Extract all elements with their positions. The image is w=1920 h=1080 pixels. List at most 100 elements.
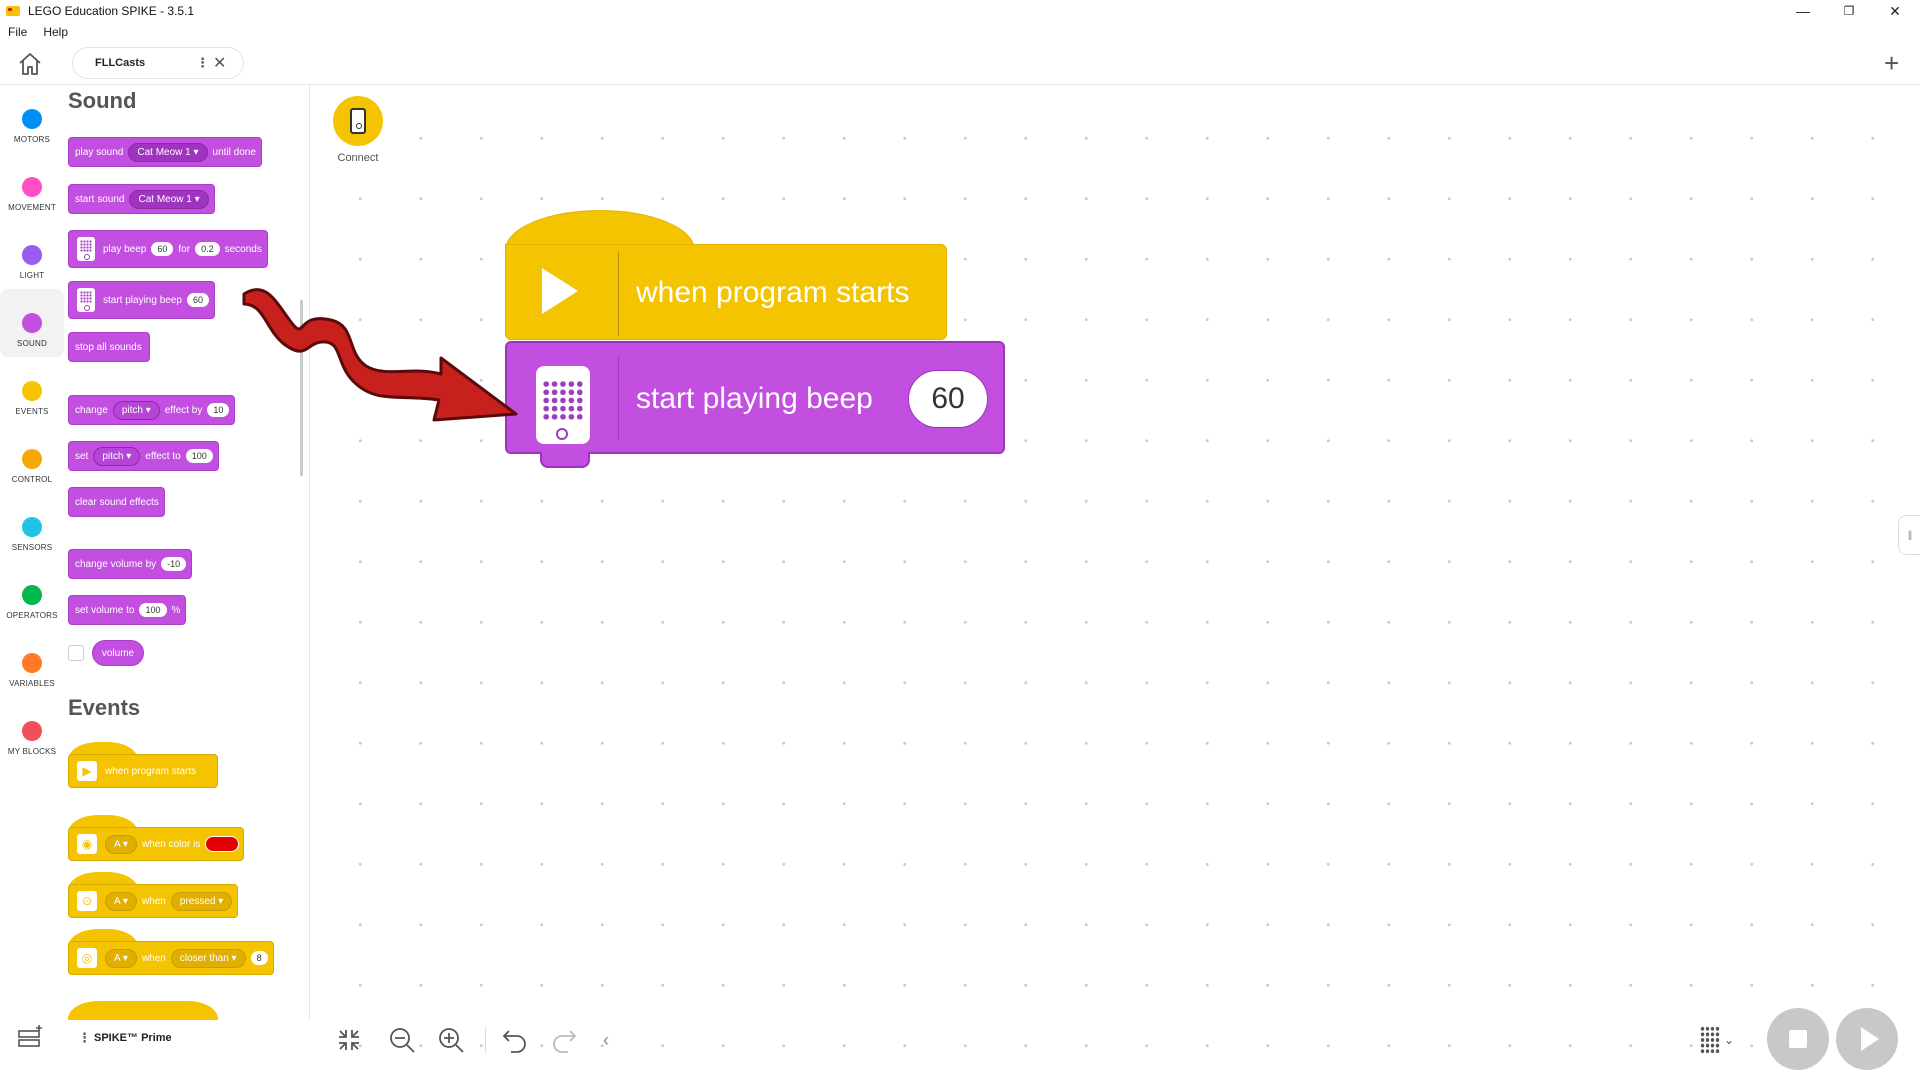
extensions-icon[interactable]: [16, 1022, 46, 1052]
maximize-button[interactable]: ❐: [1826, 0, 1872, 22]
project-tab[interactable]: FLLCasts ⋮ ✕: [72, 47, 244, 79]
run-button[interactable]: [1836, 1008, 1898, 1070]
volume-input[interactable]: 100: [139, 603, 167, 617]
stop-all-sounds-block[interactable]: stop all sounds: [68, 332, 150, 362]
category-variables[interactable]: VARIABLES: [0, 629, 64, 697]
block-text: when: [141, 895, 166, 907]
block-text: until done: [212, 146, 256, 158]
comparison-dropdown[interactable]: closer than ▾: [170, 948, 246, 968]
zoom-out-icon[interactable]: [387, 1025, 417, 1055]
port-dropdown[interactable]: A ▾: [105, 948, 137, 968]
category-motors[interactable]: MOTORS: [0, 85, 64, 153]
effect-value-input[interactable]: 10: [207, 403, 230, 417]
operators-dot-icon: [22, 585, 42, 605]
sound-dropdown[interactable]: Cat Meow 1 ▾: [129, 189, 209, 209]
category-label: SOUND: [17, 339, 47, 348]
state-dropdown[interactable]: pressed ▾: [170, 891, 233, 911]
block-text: play sound: [75, 146, 124, 158]
when-distance-block[interactable]: ◎ A ▾ when closer than ▾ 8: [68, 941, 274, 975]
volume-reporter-block[interactable]: volume: [92, 640, 144, 666]
clear-sound-effects-block[interactable]: clear sound effects: [68, 487, 165, 517]
category-sound[interactable]: SOUND: [0, 289, 64, 357]
connect-button[interactable]: [333, 96, 383, 146]
device-menu-icon[interactable]: ⋮: [78, 1030, 91, 1046]
change-effect-block[interactable]: change pitch ▾ effect by 10: [68, 395, 236, 425]
set-effect-block[interactable]: set pitch ▾ effect to 100: [68, 441, 219, 471]
note-input[interactable]: 60: [186, 293, 209, 307]
category-sensors[interactable]: SENSORS: [0, 493, 64, 561]
distance-sensor-icon: ◎: [77, 948, 97, 968]
play-beep-block[interactable]: play beep 60 for 0.2 seconds: [68, 230, 268, 268]
port-dropdown[interactable]: A ▾: [105, 834, 137, 854]
device-label[interactable]: SPIKE™ Prime: [94, 1032, 172, 1044]
add-tab-button[interactable]: +: [1884, 48, 1899, 79]
tabs-bar: FLLCasts ⋮ ✕ +: [0, 42, 1920, 85]
play-sound-block[interactable]: play sound Cat Meow 1 ▾ until done: [68, 137, 262, 167]
close-button[interactable]: ✕: [1872, 0, 1918, 22]
volume-monitor-checkbox[interactable]: [68, 645, 84, 661]
effect-dropdown[interactable]: pitch ▾: [112, 400, 160, 420]
block-text: when program starts: [105, 765, 197, 777]
when-color-block[interactable]: ◉ A ▾ when color is: [68, 827, 245, 861]
change-volume-block[interactable]: change volume by -10: [68, 549, 193, 579]
toolbar-divider: [485, 1027, 486, 1053]
duration-input[interactable]: 0.2: [195, 242, 220, 256]
dropdown-value: A: [114, 838, 121, 850]
block-text: change volume by: [75, 558, 157, 570]
redo-icon[interactable]: [549, 1025, 579, 1055]
note-input[interactable]: 60: [151, 242, 174, 256]
effect-dropdown[interactable]: pitch ▾: [93, 446, 141, 466]
tab-menu-icon[interactable]: ⋮: [196, 55, 209, 71]
distance-input[interactable]: 8: [250, 951, 268, 965]
effect-value-input[interactable]: 100: [185, 449, 213, 463]
block-text: start playing beep: [103, 294, 182, 306]
volume-input[interactable]: -10: [161, 557, 187, 571]
menu-help[interactable]: Help: [35, 25, 76, 39]
category-my-blocks[interactable]: MY BLOCKS: [0, 697, 64, 765]
category-label: MOTORS: [13, 135, 51, 144]
start-playing-beep-block[interactable]: start playing beep 60: [68, 281, 215, 319]
side-panel-handle[interactable]: ||: [1898, 515, 1920, 555]
my-blocks-dot-icon: [22, 721, 42, 741]
category-movement[interactable]: MOVEMENT: [0, 153, 64, 221]
hub-grid-icon: [1700, 1026, 1720, 1054]
dropdown-value: pitch: [102, 450, 124, 462]
block-palette: Sound play sound Cat Meow 1 ▾ until done…: [64, 85, 310, 1020]
when-program-starts-block[interactable]: ▶ when program starts: [68, 754, 218, 788]
minimize-button[interactable]: —: [1780, 0, 1826, 22]
block-separator: [618, 252, 619, 336]
hub-status-button[interactable]: ⌄: [1700, 1025, 1746, 1055]
category-label: OPERATORS: [6, 611, 58, 620]
category-events[interactable]: EVENTS: [0, 357, 64, 425]
when-pressed-block[interactable]: ⊙ A ▾ when pressed ▾: [68, 884, 239, 918]
category-list: MOTORS MOVEMENT LIGHT SOUND EVENTS CONTR…: [0, 85, 64, 1080]
light-dot-icon: [22, 245, 42, 265]
sound-dot-icon: [22, 313, 42, 333]
menu-file[interactable]: File: [0, 25, 35, 39]
hub-speaker-icon: [77, 288, 95, 312]
category-operators[interactable]: OPERATORS: [0, 561, 64, 629]
zoom-in-icon[interactable]: [436, 1025, 466, 1055]
hub-icon: [350, 108, 366, 134]
category-control[interactable]: CONTROL: [0, 425, 64, 493]
start-sound-block[interactable]: start sound Cat Meow 1 ▾: [68, 184, 215, 214]
set-volume-block[interactable]: set volume to 100 %: [68, 595, 187, 625]
block-text: for: [178, 243, 191, 255]
beep-note-input[interactable]: 60: [908, 370, 988, 428]
undo-icon[interactable]: [500, 1025, 530, 1055]
dropdown-value: Cat Meow 1: [138, 193, 192, 205]
chevron-down-icon: ⌄: [1724, 1033, 1735, 1047]
chevron-left-icon[interactable]: ‹: [591, 1025, 621, 1055]
block-text: effect to: [145, 450, 181, 462]
stop-icon: [1789, 1030, 1807, 1048]
window-title: LEGO Education SPIKE - 3.5.1: [28, 4, 195, 18]
sound-dropdown[interactable]: Cat Meow 1 ▾: [128, 142, 208, 162]
home-icon[interactable]: [16, 50, 44, 78]
color-picker[interactable]: [205, 836, 240, 852]
category-light[interactable]: LIGHT: [0, 221, 64, 289]
tab-close-icon[interactable]: ✕: [213, 53, 226, 73]
collapse-blocks-icon[interactable]: [334, 1025, 364, 1055]
stop-button[interactable]: [1767, 1008, 1829, 1070]
beep-block-text: start playing beep: [636, 382, 873, 415]
port-dropdown[interactable]: A ▾: [105, 891, 137, 911]
